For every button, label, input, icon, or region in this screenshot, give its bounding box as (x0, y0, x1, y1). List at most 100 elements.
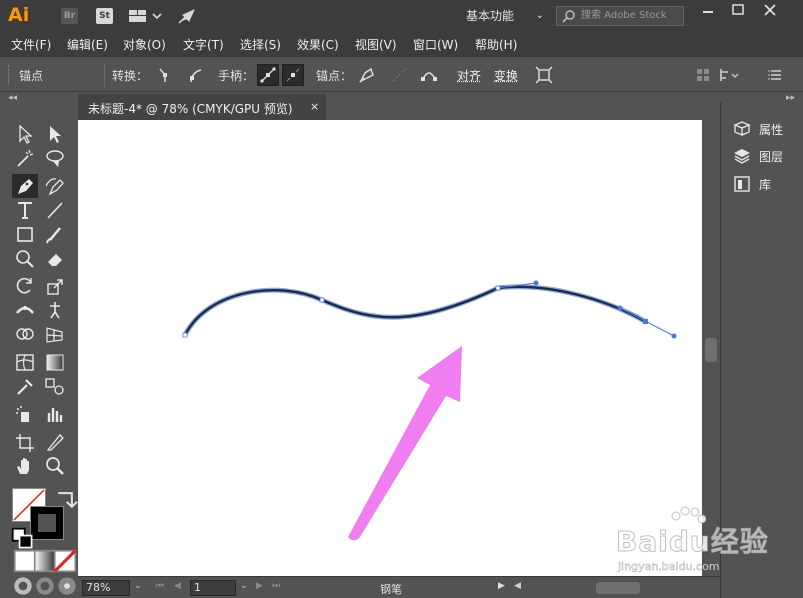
show-handles-icon[interactable] (257, 64, 279, 86)
arrange-panels-icon[interactable] (692, 64, 714, 86)
layers-icon (734, 149, 750, 164)
puppet-warp-tool-icon[interactable] (42, 298, 68, 322)
horizontal-scroll-thumb[interactable] (596, 582, 640, 594)
align-options-icon[interactable] (716, 64, 739, 86)
workspace-switcher[interactable]: 基本功能 ⌄ (458, 6, 548, 26)
control-bar-grip[interactable] (8, 65, 11, 85)
transform-button[interactable]: 变换 (494, 67, 518, 84)
next-artboard-icon[interactable]: ▶ (256, 581, 263, 591)
panel-menu-icon[interactable] (764, 64, 786, 86)
libraries-label: 库 (759, 178, 772, 192)
blend-tool-icon[interactable] (42, 374, 68, 398)
scroll-left-icon[interactable]: ◀ (514, 581, 521, 591)
default-fill-stroke-icon[interactable] (10, 527, 33, 549)
draw-behind-icon[interactable] (32, 574, 54, 595)
menu-effect[interactable]: 效果(C) (297, 36, 339, 53)
anchor-point[interactable] (495, 285, 501, 291)
artboard-dropdown-icon[interactable]: ⌄ (240, 581, 248, 591)
curvature-tool-icon[interactable] (42, 174, 68, 198)
previous-artboard-icon[interactable]: ◀ (174, 581, 181, 591)
close-button[interactable] (754, 0, 786, 22)
menu-edit[interactable]: 编辑(E) (67, 36, 108, 53)
column-graph-tool-icon[interactable] (42, 402, 68, 426)
menu-help[interactable]: 帮助(H) (475, 36, 517, 53)
gradient-tool-icon[interactable] (42, 350, 68, 374)
menu-select[interactable]: 选择(S) (240, 36, 281, 53)
convert-to-smooth-icon[interactable] (184, 64, 206, 86)
anchor-point[interactable] (643, 319, 648, 324)
menu-type[interactable]: 文字(T) (183, 36, 224, 53)
gradient-mode-icon[interactable] (32, 549, 57, 573)
handle-point[interactable] (533, 280, 539, 286)
bridge-button[interactable]: Br (61, 8, 78, 24)
properties-panel-button[interactable]: 属性 (731, 118, 801, 140)
menu-view[interactable]: 视图(V) (355, 36, 397, 53)
swap-fill-stroke-icon[interactable] (52, 488, 78, 509)
selection-tool-icon[interactable] (12, 122, 38, 146)
current-tool-label[interactable]: 钢笔 (380, 581, 402, 597)
handle-point[interactable] (617, 305, 623, 311)
layers-panel-button[interactable]: 图层 (731, 145, 801, 167)
anchor-point[interactable] (182, 332, 188, 338)
horizontal-scrollbar[interactable] (528, 582, 708, 594)
align-button[interactable]: 对齐 (457, 67, 481, 84)
baidu-jingyan-watermark: Baidu经验 jingyan.baidu.com (612, 506, 792, 582)
workspace-label: 基本功能 (466, 9, 515, 23)
hide-handles-icon[interactable] (282, 64, 304, 86)
document-tab-title: 未标题-4* @ 78% (CMYK/GPU 预览) (88, 102, 293, 116)
anchor-point[interactable] (319, 297, 325, 303)
shape-builder-tool-icon[interactable] (12, 322, 38, 346)
symbol-sprayer-tool-icon[interactable] (12, 402, 38, 426)
paintbrush-tool-icon[interactable] (42, 222, 68, 246)
cut-path-icon[interactable] (418, 64, 440, 86)
artboard-canvas[interactable] (78, 120, 702, 576)
last-artboard-icon[interactable]: ⏭ (272, 581, 280, 591)
none-mode-icon[interactable] (52, 549, 77, 573)
document-tab[interactable]: 未标题-4* @ 78% (CMYK/GPU 预览) × (78, 94, 326, 120)
magic-wand-tool-icon[interactable] (12, 146, 38, 170)
type-tool-icon[interactable] (12, 198, 38, 222)
line-segment-tool-icon[interactable] (42, 198, 68, 222)
color-mode-icon[interactable] (12, 549, 37, 573)
zoom-level-input[interactable]: 78% (82, 580, 130, 596)
perspective-grid-tool-icon[interactable] (42, 322, 68, 346)
libraries-panel-button[interactable]: 库 (731, 173, 801, 195)
remove-anchor-icon[interactable] (356, 64, 378, 86)
pen-tool-icon[interactable] (12, 174, 38, 198)
shaper-tool-icon[interactable] (12, 246, 38, 270)
stock-search-input[interactable]: 搜索 Adobe Stock (556, 6, 684, 26)
width-tool-icon[interactable] (12, 298, 38, 322)
scale-tool-icon[interactable] (42, 274, 68, 298)
status-menu-icon[interactable]: ▶ (498, 581, 505, 591)
convert-to-corner-icon[interactable] (154, 64, 176, 86)
handle-point[interactable] (671, 333, 677, 339)
slice-tool-icon[interactable] (42, 430, 68, 454)
draw-inside-icon[interactable] (54, 574, 76, 595)
hand-tool-icon[interactable] (12, 454, 38, 478)
eyedropper-tool-icon[interactable] (12, 374, 38, 398)
rocket-icon[interactable] (176, 6, 198, 26)
zoom-tool-icon[interactable] (42, 454, 68, 478)
draw-normal-icon[interactable] (10, 574, 32, 595)
menu-object[interactable]: 对象(O) (123, 36, 166, 53)
artboard-tool-icon[interactable] (12, 430, 38, 454)
zoom-dropdown-icon[interactable]: ⌄ (134, 581, 142, 591)
lasso-tool-icon[interactable] (42, 146, 68, 170)
arrange-documents-icon[interactable] (128, 8, 164, 24)
menu-file[interactable]: 文件(F) (11, 36, 51, 53)
direct-selection-tool-icon[interactable] (42, 122, 68, 146)
close-tab-icon[interactable]: × (310, 100, 319, 113)
isolate-icon[interactable] (533, 64, 555, 86)
first-artboard-icon[interactable]: ⏮ (156, 581, 164, 591)
artboard-number-input[interactable]: 1 (190, 580, 236, 596)
maximize-button[interactable] (722, 0, 754, 22)
mesh-tool-icon[interactable] (12, 350, 38, 374)
minimize-button[interactable] (692, 0, 724, 22)
rectangle-tool-icon[interactable] (12, 222, 38, 246)
eraser-tool-icon[interactable] (42, 246, 68, 270)
connect-anchors-icon[interactable] (388, 64, 410, 86)
menu-window[interactable]: 窗口(W) (413, 36, 458, 53)
rotate-tool-icon[interactable] (12, 274, 38, 298)
stock-button[interactable]: St (96, 8, 113, 24)
vertical-scroll-thumb[interactable] (705, 338, 717, 362)
